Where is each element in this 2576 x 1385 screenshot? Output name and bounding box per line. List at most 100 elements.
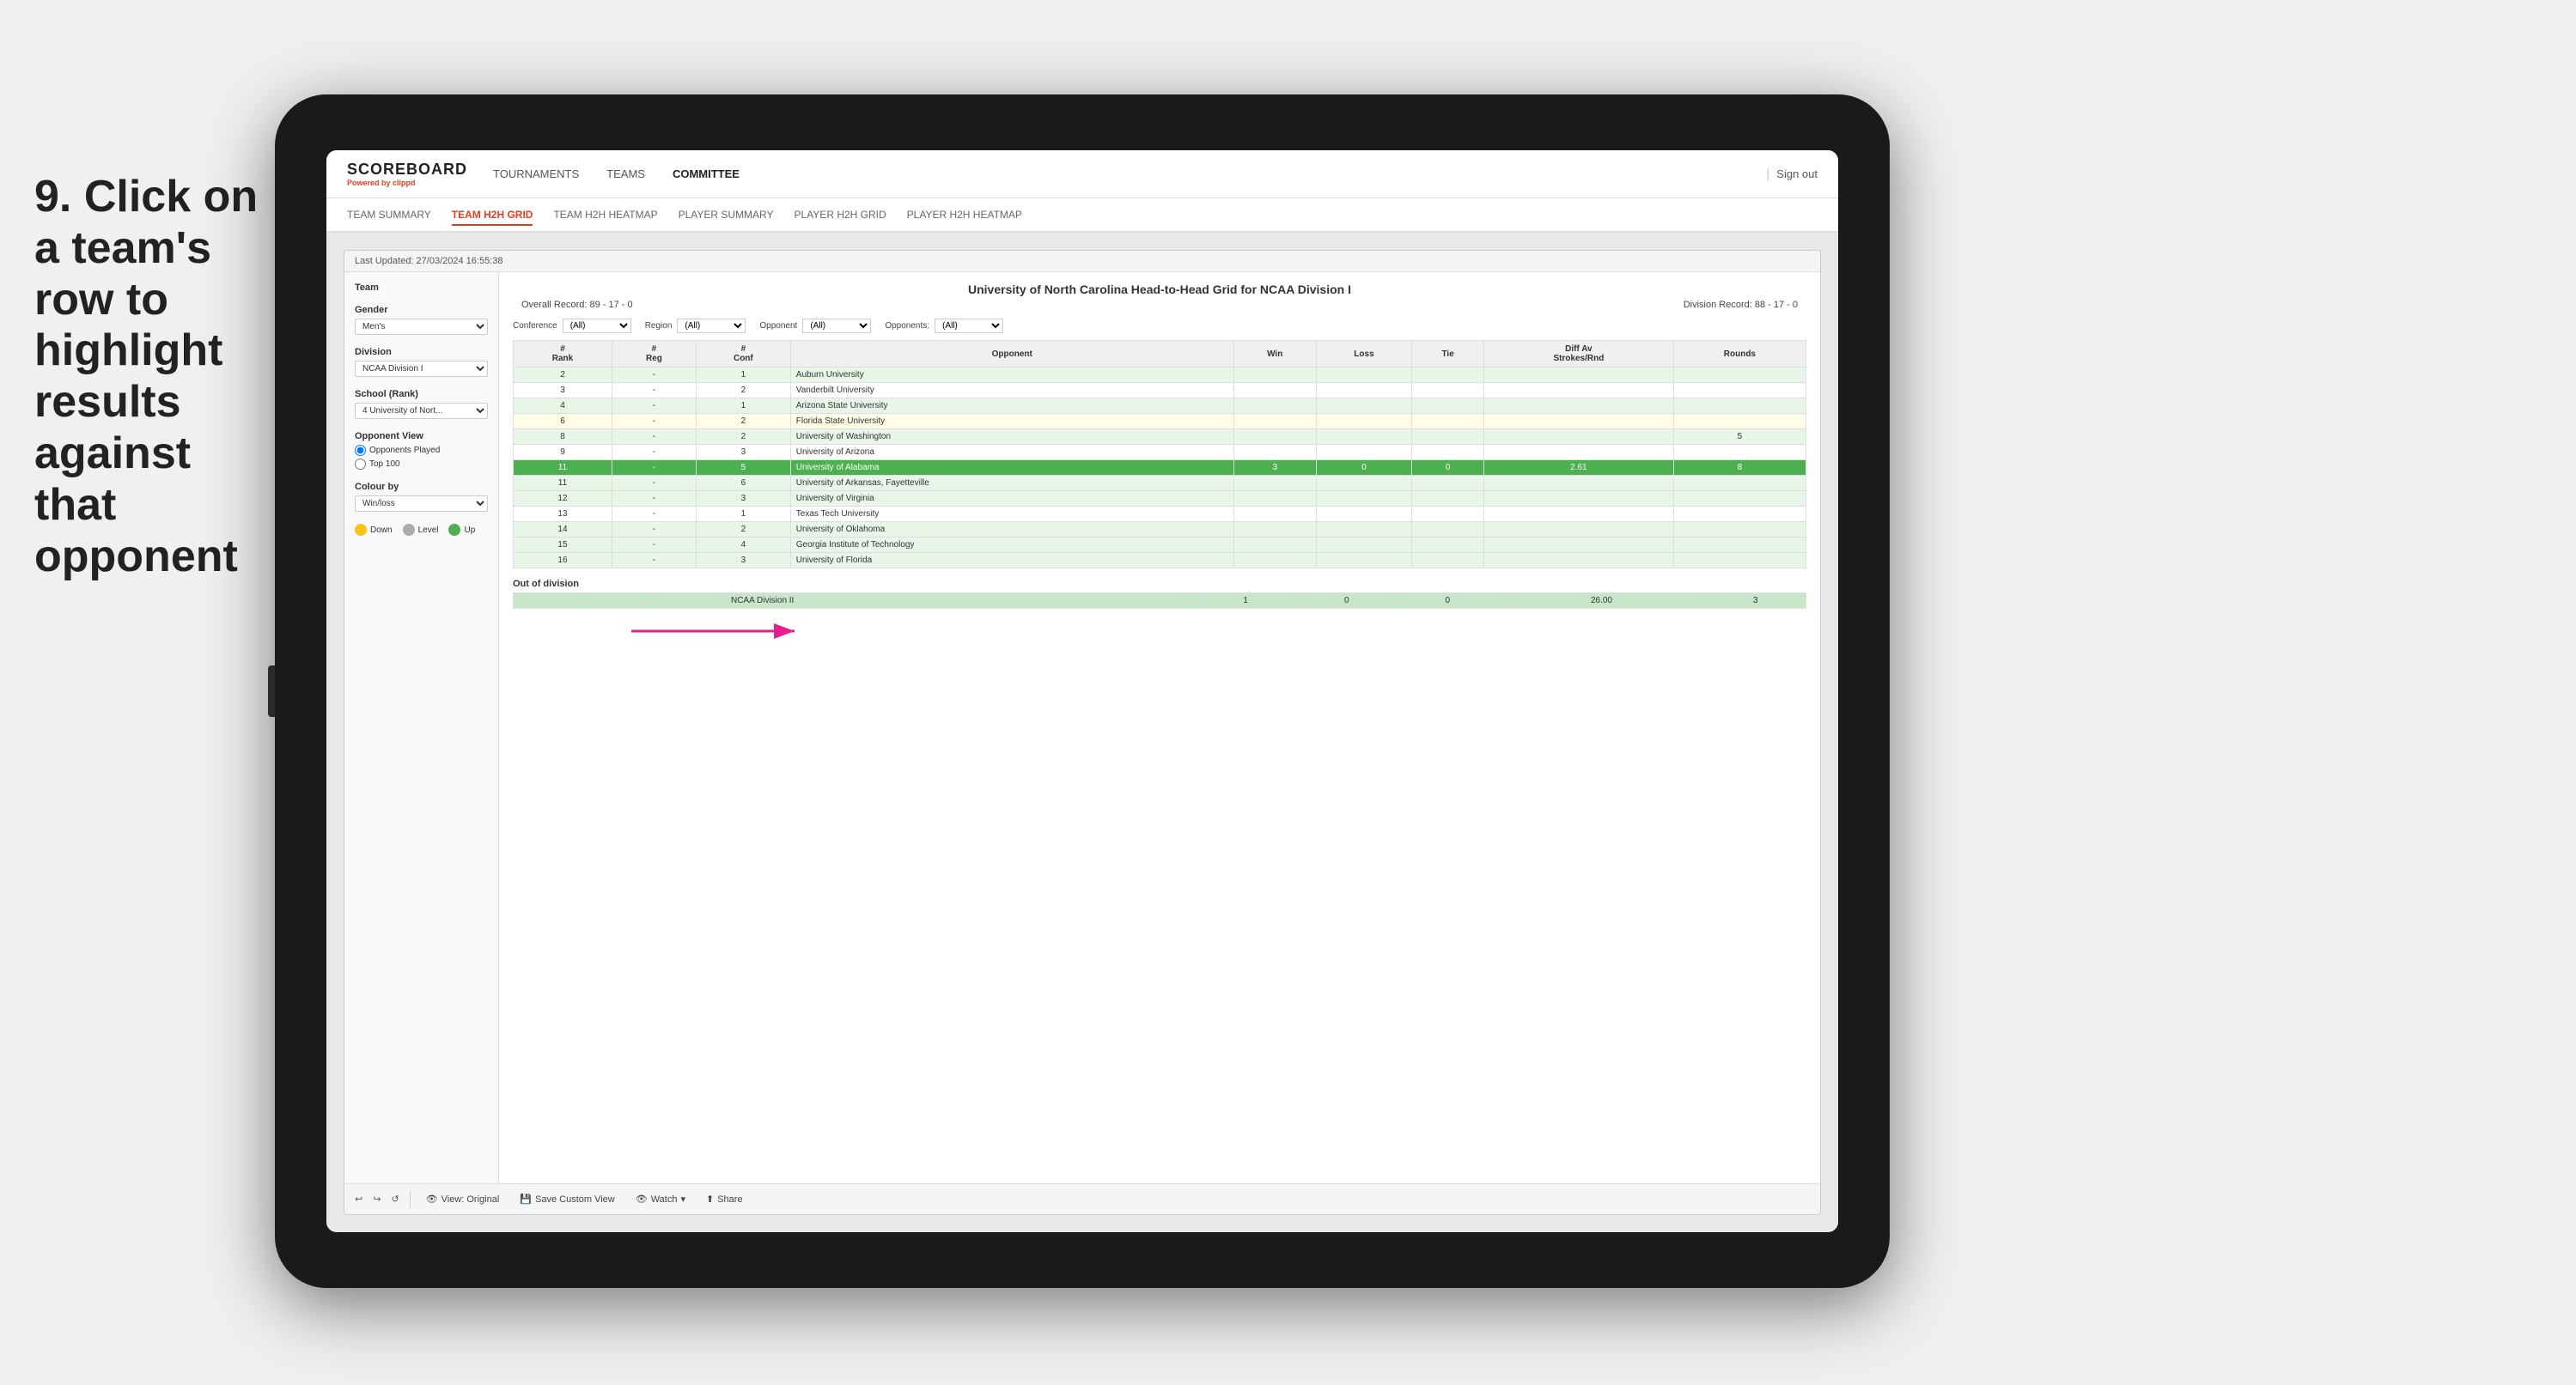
tab-player-summary[interactable]: PLAYER SUMMARY <box>679 205 774 224</box>
table-row[interactable]: 13-1Texas Tech University <box>514 507 1806 522</box>
tab-team-h2h-grid[interactable]: TEAM H2H GRID <box>452 205 533 226</box>
filter-row: Conference (All) Region (All) <box>513 319 1806 333</box>
nav-divider: | <box>1766 167 1769 182</box>
cell-loss <box>1316 368 1412 383</box>
cell-tie <box>1412 414 1484 429</box>
redo-icon[interactable]: ↪ <box>373 1194 381 1205</box>
table-row[interactable]: 16-3University of Florida <box>514 553 1806 568</box>
save-custom-view-btn[interactable]: 💾 Save Custom View <box>515 1192 619 1206</box>
view-icon: 👁 <box>426 1194 438 1205</box>
last-updated-text: Last Updated: 27/03/2024 16:55:38 <box>355 256 502 266</box>
share-btn[interactable]: ⬆ Share <box>701 1192 748 1206</box>
team-label: Team <box>355 282 488 293</box>
undo-icon[interactable]: ↩ <box>355 1194 362 1205</box>
region-filter-label: Region <box>645 321 673 331</box>
cell-diff <box>1484 398 1674 414</box>
cell-diff <box>1484 368 1674 383</box>
nav-teams[interactable]: TEAMS <box>606 164 645 184</box>
nav-committee[interactable]: COMMITTEE <box>673 164 740 184</box>
cell-rank: 14 <box>514 522 612 538</box>
table-row[interactable]: 11-5University of Alabama3002.618 <box>514 460 1806 476</box>
out-cell: 26.00 <box>1498 593 1705 609</box>
cell-rank: 6 <box>514 414 612 429</box>
cell-opponent: University of Alabama <box>790 460 1233 476</box>
gender-select[interactable]: Men's <box>355 319 488 335</box>
out-of-division-row[interactable]: NCAA Division II10026.003 <box>514 593 1806 609</box>
out-cell <box>655 593 725 609</box>
table-row[interactable]: 11-6University of Arkansas, Fayetteville <box>514 476 1806 491</box>
col-win: Win <box>1233 341 1316 368</box>
tab-team-h2h-heatmap[interactable]: TEAM H2H HEATMAP <box>553 205 657 224</box>
cell-opponent: University of Florida <box>790 553 1233 568</box>
legend-level: Level <box>403 524 439 536</box>
legend-level-dot <box>403 524 415 536</box>
table-row[interactable]: 6-2Florida State University <box>514 414 1806 429</box>
cell-loss <box>1316 398 1412 414</box>
table-row[interactable]: 12-3University of Virginia <box>514 491 1806 507</box>
cell-win <box>1233 491 1316 507</box>
cell-rounds <box>1673 398 1806 414</box>
table-row[interactable]: 8-2University of Washington5 <box>514 429 1806 445</box>
table-body: 2-1Auburn University3-2Vanderbilt Univer… <box>514 368 1806 568</box>
table-row[interactable]: 14-2University of Oklahoma <box>514 522 1806 538</box>
cell-reg: - <box>612 553 696 568</box>
conference-filter-select[interactable]: (All) <box>563 319 631 333</box>
conference-filter-group: Conference (All) <box>513 319 631 333</box>
cell-conf: 2 <box>696 383 790 398</box>
refresh-icon[interactable]: ↺ <box>391 1194 399 1205</box>
cell-conf: 1 <box>696 398 790 414</box>
cell-opponent: Texas Tech University <box>790 507 1233 522</box>
opponent-filter-select[interactable]: (All) <box>802 319 871 333</box>
cell-conf: 3 <box>696 445 790 460</box>
region-filter-select[interactable]: (All) <box>677 319 746 333</box>
col-reg: #Reg <box>612 341 696 368</box>
opponents-played-radio[interactable]: Opponents Played <box>355 445 488 456</box>
opponent-filter-group: Opponent (All) <box>759 319 871 333</box>
legend-down-dot <box>355 524 367 536</box>
cell-rank: 12 <box>514 491 612 507</box>
logo-powered: Powered by clippd <box>347 179 467 187</box>
tab-team-summary[interactable]: TEAM SUMMARY <box>347 205 431 224</box>
sign-out-link[interactable]: Sign out <box>1776 167 1818 180</box>
cell-tie <box>1412 507 1484 522</box>
top100-radio[interactable]: Top 100 <box>355 459 488 470</box>
cell-diff <box>1484 383 1674 398</box>
school-select[interactable]: 4 University of Nort... <box>355 403 488 419</box>
table-row[interactable]: 15-4Georgia Institute of Technology <box>514 538 1806 553</box>
out-table-body: NCAA Division II10026.003 <box>514 593 1806 609</box>
nav-tournaments[interactable]: TOURNAMENTS <box>493 164 579 184</box>
out-of-division-section: Out of division NCAA Division II10026.00… <box>513 579 1806 609</box>
division-select[interactable]: NCAA Division I <box>355 361 488 377</box>
table-row[interactable]: 9-3University of Arizona <box>514 445 1806 460</box>
cell-win <box>1233 414 1316 429</box>
cell-rank: 8 <box>514 429 612 445</box>
tab-player-h2h-grid[interactable]: PLAYER H2H GRID <box>795 205 886 224</box>
tab-player-h2h-heatmap[interactable]: PLAYER H2H HEATMAP <box>907 205 1022 224</box>
view-original-btn[interactable]: 👁 View: Original <box>421 1192 505 1206</box>
colour-by-select[interactable]: Win/loss <box>355 495 488 512</box>
opponent-filter-label: Opponent <box>759 321 797 331</box>
cell-reg: - <box>612 491 696 507</box>
cell-rounds <box>1673 507 1806 522</box>
table-row[interactable]: 3-2Vanderbilt University <box>514 383 1806 398</box>
cell-opponent: University of Arkansas, Fayetteville <box>790 476 1233 491</box>
col-rank: #Rank <box>514 341 612 368</box>
cell-diff <box>1484 507 1674 522</box>
cell-rounds: 8 <box>1673 460 1806 476</box>
cell-reg: - <box>612 368 696 383</box>
cell-win <box>1233 398 1316 414</box>
cell-conf: 2 <box>696 429 790 445</box>
cell-reg: - <box>612 398 696 414</box>
cell-loss <box>1316 491 1412 507</box>
cell-loss <box>1316 383 1412 398</box>
cell-tie <box>1412 368 1484 383</box>
cell-loss <box>1316 553 1412 568</box>
opponents-filter-group: Opponents: (All) <box>885 319 1003 333</box>
table-row[interactable]: 2-1Auburn University <box>514 368 1806 383</box>
table-row[interactable]: 4-1Arizona State University <box>514 398 1806 414</box>
cell-reg: - <box>612 429 696 445</box>
cell-conf: 3 <box>696 553 790 568</box>
opponents-filter-select[interactable]: (All) <box>935 319 1003 333</box>
records-row: Overall Record: 89 - 17 - 0 Division Rec… <box>513 300 1806 310</box>
watch-btn[interactable]: 👁 Watch ▾ <box>630 1192 691 1206</box>
